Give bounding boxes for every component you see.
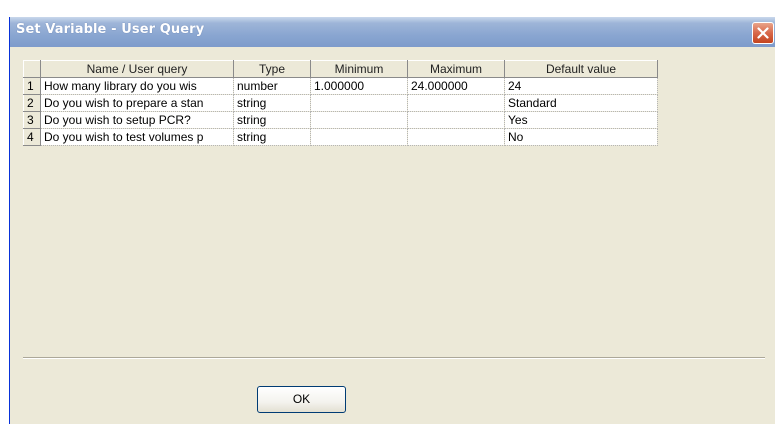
row-number-header <box>23 60 41 78</box>
name-cell[interactable]: Do you wish to prepare a stan <box>40 94 234 112</box>
row-number[interactable]: 4 <box>23 128 41 146</box>
minimum-cell[interactable] <box>310 128 408 146</box>
title-bar[interactable]: Set Variable - User Query <box>10 17 775 47</box>
ok-button[interactable]: OK <box>257 386 346 413</box>
minimum-cell[interactable] <box>310 111 408 129</box>
default-value-cell[interactable]: Standard <box>504 94 658 112</box>
set-variable-dialog: Set Variable - User Query Name / User qu… <box>9 17 775 424</box>
row-number[interactable]: 3 <box>23 111 41 129</box>
type-cell[interactable]: string <box>233 111 311 129</box>
minimum-cell[interactable] <box>310 94 408 112</box>
default-value-cell[interactable]: 24 <box>504 77 658 95</box>
maximum-cell[interactable]: 24.000000 <box>407 77 505 95</box>
divider <box>23 357 765 359</box>
type-cell[interactable]: number <box>233 77 311 95</box>
default-value-column-header[interactable]: Default value <box>504 60 658 78</box>
maximum-column-header[interactable]: Maximum <box>407 60 505 78</box>
window-title: Set Variable - User Query <box>16 22 205 37</box>
type-cell[interactable]: string <box>233 94 311 112</box>
name-column-header[interactable]: Name / User query <box>40 60 234 78</box>
grid-header-row: Name / User query Type Minimum Maximum D… <box>23 60 658 78</box>
name-cell[interactable]: Do you wish to test volumes p <box>40 128 234 146</box>
minimum-column-header[interactable]: Minimum <box>310 60 408 78</box>
type-cell[interactable]: string <box>233 128 311 146</box>
close-icon <box>757 27 769 39</box>
table-row[interactable]: 2 Do you wish to prepare a stan string S… <box>23 94 658 112</box>
type-column-header[interactable]: Type <box>233 60 311 78</box>
default-value-cell[interactable]: No <box>504 128 658 146</box>
table-row[interactable]: 4 Do you wish to test volumes p string N… <box>23 128 658 146</box>
default-value-cell[interactable]: Yes <box>504 111 658 129</box>
minimum-cell[interactable]: 1.000000 <box>310 77 408 95</box>
maximum-cell[interactable] <box>407 128 505 146</box>
row-number[interactable]: 1 <box>23 77 41 95</box>
user-query-grid: Name / User query Type Minimum Maximum D… <box>23 60 658 146</box>
name-cell[interactable]: How many library do you wis <box>40 77 234 95</box>
table-row[interactable]: 1 How many library do you wis number 1.0… <box>23 77 658 95</box>
maximum-cell[interactable] <box>407 94 505 112</box>
maximum-cell[interactable] <box>407 111 505 129</box>
name-cell[interactable]: Do you wish to setup PCR? <box>40 111 234 129</box>
close-button[interactable] <box>752 22 774 44</box>
table-row[interactable]: 3 Do you wish to setup PCR? string Yes <box>23 111 658 129</box>
row-number[interactable]: 2 <box>23 94 41 112</box>
